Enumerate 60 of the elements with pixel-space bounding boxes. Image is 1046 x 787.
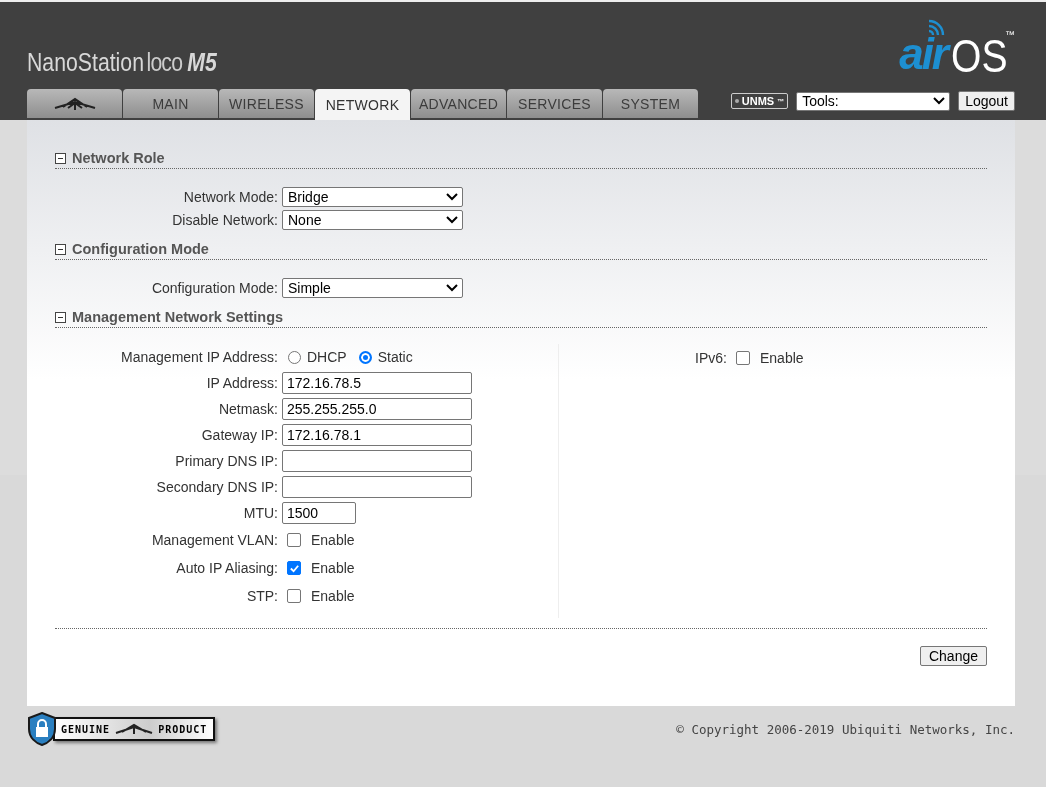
starburst-icon	[52, 96, 97, 111]
checkbox[interactable]	[287, 589, 301, 603]
field-label: Gateway IP:	[200, 427, 279, 443]
caret-icon	[933, 97, 946, 105]
tab[interactable]: ADVANCED	[411, 89, 506, 118]
radio-button[interactable]	[358, 350, 372, 364]
tab[interactable]: WIRELESS	[219, 89, 314, 118]
caret-icon	[446, 283, 458, 292]
field-label: Auto IP Aliasing:	[175, 560, 279, 576]
field-label: Network Mode:	[182, 188, 279, 205]
input-field[interactable]: 172.16.78.5	[282, 372, 472, 394]
input-field[interactable]: 255.255.255.0	[282, 398, 472, 420]
dropdown[interactable]: None	[282, 209, 463, 230]
copyright-text: © Copyright 2006-2019 Ubiquiti Networks, Inc.	[676, 721, 1015, 737]
collapse-icon[interactable]	[55, 152, 66, 164]
option-label: Static	[377, 349, 413, 365]
input-field[interactable]	[282, 476, 472, 498]
field-label: Management VLAN:	[150, 532, 279, 548]
input-field[interactable]: 1500	[282, 502, 356, 524]
field-label: Netmask:	[217, 401, 279, 417]
checkbox[interactable]	[287, 561, 301, 575]
caret-icon	[446, 192, 458, 201]
brand-logo: airOS™	[899, 17, 1015, 83]
section-title: Management Network Settings	[72, 309, 284, 325]
checkbox[interactable]	[736, 351, 750, 365]
product-logo: NanoStationloco M5	[27, 48, 217, 77]
field-label: IPv6:	[694, 350, 728, 366]
unms-badge[interactable]: UNMS $^{™}$	[730, 93, 789, 109]
tab[interactable]: SERVICES	[507, 89, 602, 118]
collapse-icon[interactable]	[55, 311, 66, 323]
option-label: DHCP	[307, 349, 347, 365]
radio-button[interactable]	[288, 350, 301, 364]
field-label: Configuration Mode:	[150, 279, 279, 296]
field-label: Secondary DNS IP:	[155, 479, 279, 495]
option-label: Enable	[311, 560, 355, 576]
tab[interactable]: NETWORK	[315, 89, 410, 120]
option-label: Enable	[760, 350, 804, 366]
dropdown[interactable]: Simple	[282, 277, 463, 298]
collapse-icon[interactable]	[55, 243, 66, 255]
tab[interactable]: MAIN	[123, 89, 218, 118]
logo-tab[interactable]	[27, 89, 122, 118]
option-label: Enable	[311, 588, 355, 604]
checkbox[interactable]	[287, 533, 301, 547]
logout-button[interactable]: Logout	[958, 91, 1015, 111]
tab[interactable]: SYSTEM	[603, 89, 698, 118]
field-label: Primary DNS IP:	[174, 453, 279, 469]
field-label: Management IP Address:	[120, 349, 279, 365]
field-label: MTU:	[242, 505, 279, 521]
field-label: IP Address:	[205, 375, 279, 391]
change-button[interactable]: Change	[919, 646, 987, 666]
field-label: STP:	[245, 588, 279, 604]
dropdown[interactable]: Bridge	[282, 186, 463, 207]
input-field[interactable]: 172.16.78.1	[282, 424, 472, 446]
caret-icon	[446, 215, 458, 224]
tools-dropdown[interactable]: Tools:	[796, 91, 951, 111]
section-title: Network Role	[72, 150, 165, 166]
section-title: Configuration Mode	[72, 241, 209, 257]
option-label: Enable	[311, 532, 355, 548]
input-field[interactable]	[282, 450, 472, 472]
field-label: Disable Network:	[171, 211, 279, 228]
